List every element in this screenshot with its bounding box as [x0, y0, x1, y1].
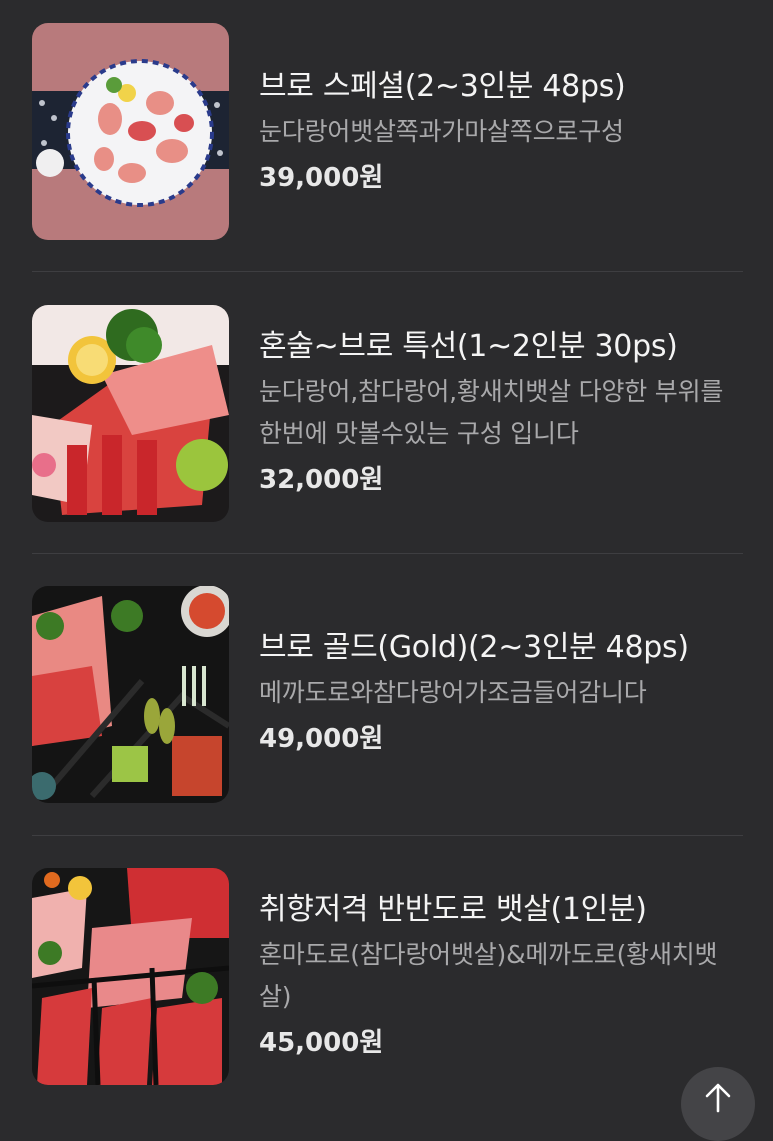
menu-item-name: 취향저격 반반도로 뱃살(1인분) [259, 892, 647, 927]
menu-item-price: 49,000원 [259, 724, 384, 754]
divider [32, 553, 743, 554]
divider [32, 835, 743, 836]
menu-item-description: 혼마도로(참다랑어뱃살)&메까도로(황새치뱃살) [259, 940, 718, 1011]
menu-item-name: 브로 골드(Gold)(2~3인분 48ps) [259, 630, 689, 665]
menu-item-description: 눈다랑어뱃살쪽과가마살쪽으로구성 [259, 117, 624, 146]
menu-item-price: 32,000원 [259, 465, 384, 495]
menu-item-price: 39,000원 [259, 163, 384, 193]
menu-item-image[interactable] [32, 23, 229, 240]
arrow-up-icon [705, 1083, 731, 1113]
menu-item[interactable]: 혼술~브로 특선(1~2인분 30ps) 눈다랑어,참다랑어,황새치뱃살 다양한… [32, 305, 743, 525]
menu-item[interactable]: 취향저격 반반도로 뱃살(1인분) 혼마도로(참다랑어뱃살)&메까도로(황새치뱃… [32, 868, 743, 1088]
menu-item[interactable]: 브로 골드(Gold)(2~3인분 48ps) 메까도로와참다랑어가조금들어감니… [32, 586, 743, 806]
menu-item-price: 45,000원 [259, 1028, 384, 1058]
menu-item[interactable]: 브로 스페셜(2~3인분 48ps) 눈다랑어뱃살쪽과가마살쪽으로구성 39,0… [32, 23, 743, 243]
menu-item-description: 메까도로와참다랑어가조금들어감니다 [259, 678, 647, 707]
menu-item-image[interactable] [32, 586, 229, 803]
menu-item-description: 눈다랑어,참다랑어,황새치뱃살 다양한 부위를 한번에 맛볼수있는 구성 입니다 [259, 377, 724, 448]
divider [32, 271, 743, 272]
menu-item-image[interactable] [32, 305, 229, 522]
scroll-to-top-button[interactable] [681, 1067, 755, 1141]
menu-item-name: 혼술~브로 특선(1~2인분 30ps) [259, 329, 678, 364]
menu-item-name: 브로 스페셜(2~3인분 48ps) [259, 69, 626, 104]
menu-item-image[interactable] [32, 868, 229, 1085]
